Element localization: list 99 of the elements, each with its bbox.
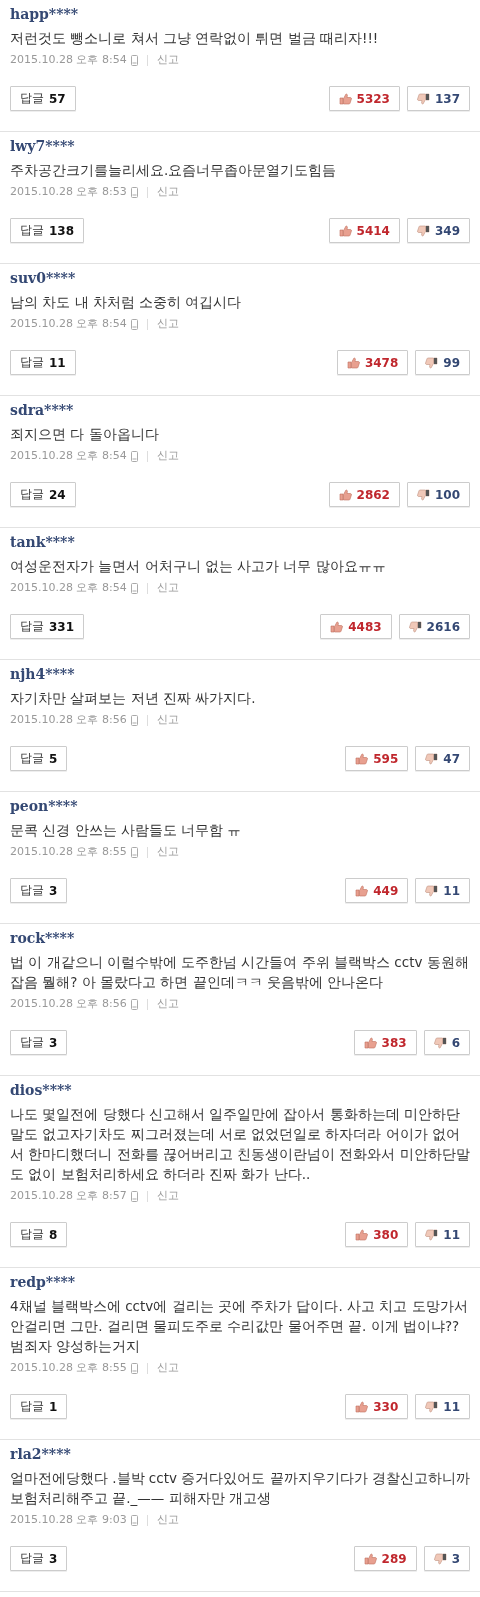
timestamp: 2015.10.28 오후 8:54	[10, 580, 127, 596]
reply-button[interactable]: 답글 5	[10, 746, 68, 771]
like-button[interactable]: 3478	[336, 350, 409, 375]
thumbs-down-icon	[425, 884, 439, 897]
thumbs-up-icon	[330, 620, 344, 633]
comment-text: 남의 차도 내 차처럼 소중히 여깁시다	[10, 293, 243, 312]
timestamp: 2015.10.28 오후 8:55	[10, 844, 127, 860]
dislike-button[interactable]: 2616	[398, 614, 470, 639]
dislike-button[interactable]: 6	[423, 1030, 470, 1055]
thumbs-up-icon	[355, 1228, 369, 1241]
thumbs-down-icon	[425, 356, 439, 369]
timestamp: 2015.10.28 오후 8:56	[10, 712, 127, 728]
username[interactable]: peon****	[10, 796, 470, 816]
comment-text: 얼마전에당했다 .블박 cctv 증거다있어도 끝까지우기다가 경찰신고하니까 보험처리해주고 끝._—— 피해자만 개고생	[10, 1469, 470, 1508]
username[interactable]: redp****	[10, 1272, 470, 1292]
reply-button[interactable]: 답글 331	[10, 614, 85, 639]
like-button[interactable]: 380	[345, 1222, 409, 1247]
like-button[interactable]: 5323	[328, 86, 400, 111]
timestamp: 2015.10.28 오후 8:57	[10, 1188, 127, 1204]
timestamp: 2015.10.28 오후 9:03	[10, 1512, 127, 1528]
thumbs-up-icon	[338, 488, 352, 501]
username[interactable]: tank****	[10, 532, 470, 552]
comment-text: 저런것도 뺑소니로 쳐서 그냥 연락없이 튀면 벌금 때리자!!!	[10, 29, 380, 48]
username[interactable]: rla2****	[10, 1444, 470, 1464]
like-button[interactable]: 383	[353, 1030, 417, 1055]
phone-icon	[130, 54, 138, 66]
comment-text: 자기차만 살펴보는 저년 진짜 싸가지다.	[10, 689, 257, 708]
thumbs-up-icon	[355, 1400, 369, 1413]
thumbs-down-icon	[416, 92, 430, 105]
comment-text: 주차공간크기를늘리세요.요즘너무좁아문열기도힘듬	[10, 161, 338, 180]
username[interactable]: njh4****	[10, 664, 470, 684]
thumbs-up-icon	[346, 356, 360, 369]
reply-button[interactable]: 답글 1	[10, 1394, 68, 1419]
dislike-button[interactable]: 11	[415, 878, 470, 903]
timestamp: 2015.10.28 오후 8:54	[10, 448, 127, 464]
thumbs-up-icon	[355, 884, 369, 897]
phone-icon	[130, 186, 138, 198]
timestamp: 2015.10.28 오후 8:55	[10, 1360, 127, 1376]
thumbs-up-icon	[338, 92, 352, 105]
comment-text: 법 이 개같으니 이럴수밖에 도주한넘 시간들여 주위 블랙박스 cctv 동원해 잡음 뭘해? 아 몰랐다고 하면 끝인데ㅋㅋ 웃음밖에 안나온다	[10, 953, 470, 992]
like-button[interactable]: 330	[345, 1394, 409, 1419]
username[interactable]: suv0****	[10, 268, 470, 288]
dislike-button[interactable]: 137	[406, 86, 470, 111]
like-button[interactable]: 5414	[328, 218, 400, 243]
timestamp: 2015.10.28 오후 8:53	[10, 184, 127, 200]
dislike-button[interactable]: 47	[415, 746, 470, 771]
phone-icon	[130, 1514, 138, 1526]
reply-button[interactable]: 답글 3	[10, 1546, 68, 1571]
reply-button[interactable]: 답글 138	[10, 218, 85, 243]
reply-button[interactable]: 답글 3	[10, 878, 68, 903]
dislike-button[interactable]: 3	[423, 1546, 470, 1571]
thumbs-down-icon	[425, 1400, 439, 1413]
username[interactable]: dios****	[10, 1080, 470, 1100]
phone-icon	[130, 582, 138, 594]
comment-text: 나도 몇일전에 당했다 신고해서 일주일만에 잡아서 통화하는데 미안하단말도 없고자기차도 찌그러졌는데 서로 없었던일로 하자더라 어이가 없어서 한마디했더니 전화를 끊어버리고 친동생이란넘이 전화와서 미안하단말도 없이 보험처리하세요 하더라 진짜 화가 난다..	[10, 1105, 470, 1184]
dislike-button[interactable]: 11	[415, 1394, 470, 1419]
timestamp: 2015.10.28 오후 8:54	[10, 316, 127, 332]
comment-text: 여성운전자가 늘면서 어처구니 없는 사고가 너무 많아요ㅠㅠ	[10, 557, 387, 576]
phone-icon	[130, 846, 138, 858]
phone-icon	[130, 318, 138, 330]
comment-text: 4채널 블랙박스에 cctv에 걸리는 곳에 주차가 답이다. 사고 치고 도망가서 안걸리면 그만. 걸리면 물피도주로 수리값만 물어주면 끝. 이게 법이냐?? 범죄자 양성하는거지	[10, 1297, 469, 1356]
like-button[interactable]: 289	[353, 1546, 417, 1571]
dislike-button[interactable]: 100	[406, 482, 470, 507]
thumbs-up-icon	[355, 752, 369, 765]
phone-icon	[130, 1190, 138, 1202]
thumbs-up-icon	[363, 1036, 377, 1049]
thumbs-down-icon	[416, 488, 430, 501]
reply-button[interactable]: 답글 57	[10, 86, 76, 111]
reply-button[interactable]: 답글 24	[10, 482, 76, 507]
reply-button[interactable]: 답글 3	[10, 1030, 68, 1055]
username[interactable]: rock****	[10, 928, 470, 948]
phone-icon	[130, 450, 138, 462]
username[interactable]: sdra****	[10, 400, 470, 420]
phone-icon	[130, 998, 138, 1010]
username[interactable]: lwy7****	[10, 136, 470, 156]
timestamp: 2015.10.28 오후 8:54	[10, 52, 127, 68]
reply-button[interactable]: 답글 8	[10, 1222, 68, 1247]
thumbs-down-icon	[425, 752, 439, 765]
comment-text: 죄지으면 다 돌아옵니다	[10, 425, 160, 444]
like-button[interactable]: 595	[345, 746, 409, 771]
dislike-button[interactable]: 349	[406, 218, 470, 243]
like-button[interactable]: 449	[345, 878, 409, 903]
dislike-button[interactable]: 99	[415, 350, 470, 375]
thumbs-down-icon	[425, 1228, 439, 1241]
comment-text: 문콕 신경 안쓰는 사람들도 너무함 ㅠ	[10, 821, 243, 840]
dislike-button[interactable]: 11	[415, 1222, 470, 1247]
like-button[interactable]: 4483	[320, 614, 392, 639]
thumbs-down-icon	[433, 1036, 447, 1049]
username[interactable]: happ****	[10, 4, 470, 24]
phone-icon	[130, 1362, 138, 1374]
thumbs-down-icon	[416, 224, 430, 237]
thumbs-up-icon	[363, 1552, 377, 1565]
phone-icon	[130, 714, 138, 726]
timestamp: 2015.10.28 오후 8:56	[10, 996, 127, 1012]
like-button[interactable]: 2862	[328, 482, 400, 507]
thumbs-down-icon	[408, 620, 422, 633]
reply-button[interactable]: 답글 11	[10, 350, 76, 375]
thumbs-down-icon	[433, 1552, 447, 1565]
thumbs-up-icon	[338, 224, 352, 237]
